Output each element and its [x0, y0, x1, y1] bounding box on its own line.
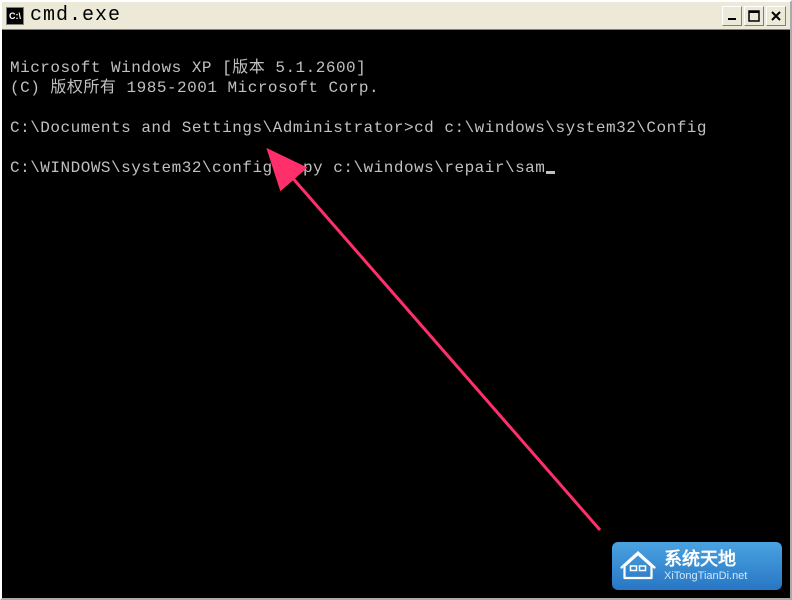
terminal-line: Microsoft Windows XP [版本 5.1.2600]	[10, 59, 366, 77]
minimize-button[interactable]	[722, 6, 742, 26]
watermark-url: XiTongTianDi.net	[664, 570, 747, 582]
terminal-line: (C) 版权所有 1985-2001 Microsoft Corp.	[10, 79, 379, 97]
window-title: cmd.exe	[30, 4, 722, 27]
watermark-title: 系统天地	[664, 550, 747, 570]
watermark-badge: 系统天地 XiTongTianDi.net	[612, 542, 782, 590]
app-icon: C:\	[6, 7, 24, 25]
text-cursor	[546, 171, 555, 174]
maximize-button[interactable]	[744, 6, 764, 26]
terminal-line: C:\WINDOWS\system32\config>copy c:\windo…	[10, 159, 545, 177]
minimize-icon	[726, 10, 738, 22]
house-icon	[620, 548, 656, 584]
watermark-text: 系统天地 XiTongTianDi.net	[664, 550, 747, 582]
window-controls	[722, 6, 786, 26]
terminal-line: C:\Documents and Settings\Administrator>…	[10, 119, 707, 137]
close-button[interactable]	[766, 6, 786, 26]
maximize-icon	[748, 10, 760, 22]
terminal-output[interactable]: Microsoft Windows XP [版本 5.1.2600] (C) 版…	[2, 30, 790, 598]
close-icon	[770, 10, 782, 22]
titlebar[interactable]: C:\ cmd.exe	[2, 2, 790, 30]
cmd-window: C:\ cmd.exe Microsoft Windows XP [版本 5.1…	[0, 0, 792, 600]
